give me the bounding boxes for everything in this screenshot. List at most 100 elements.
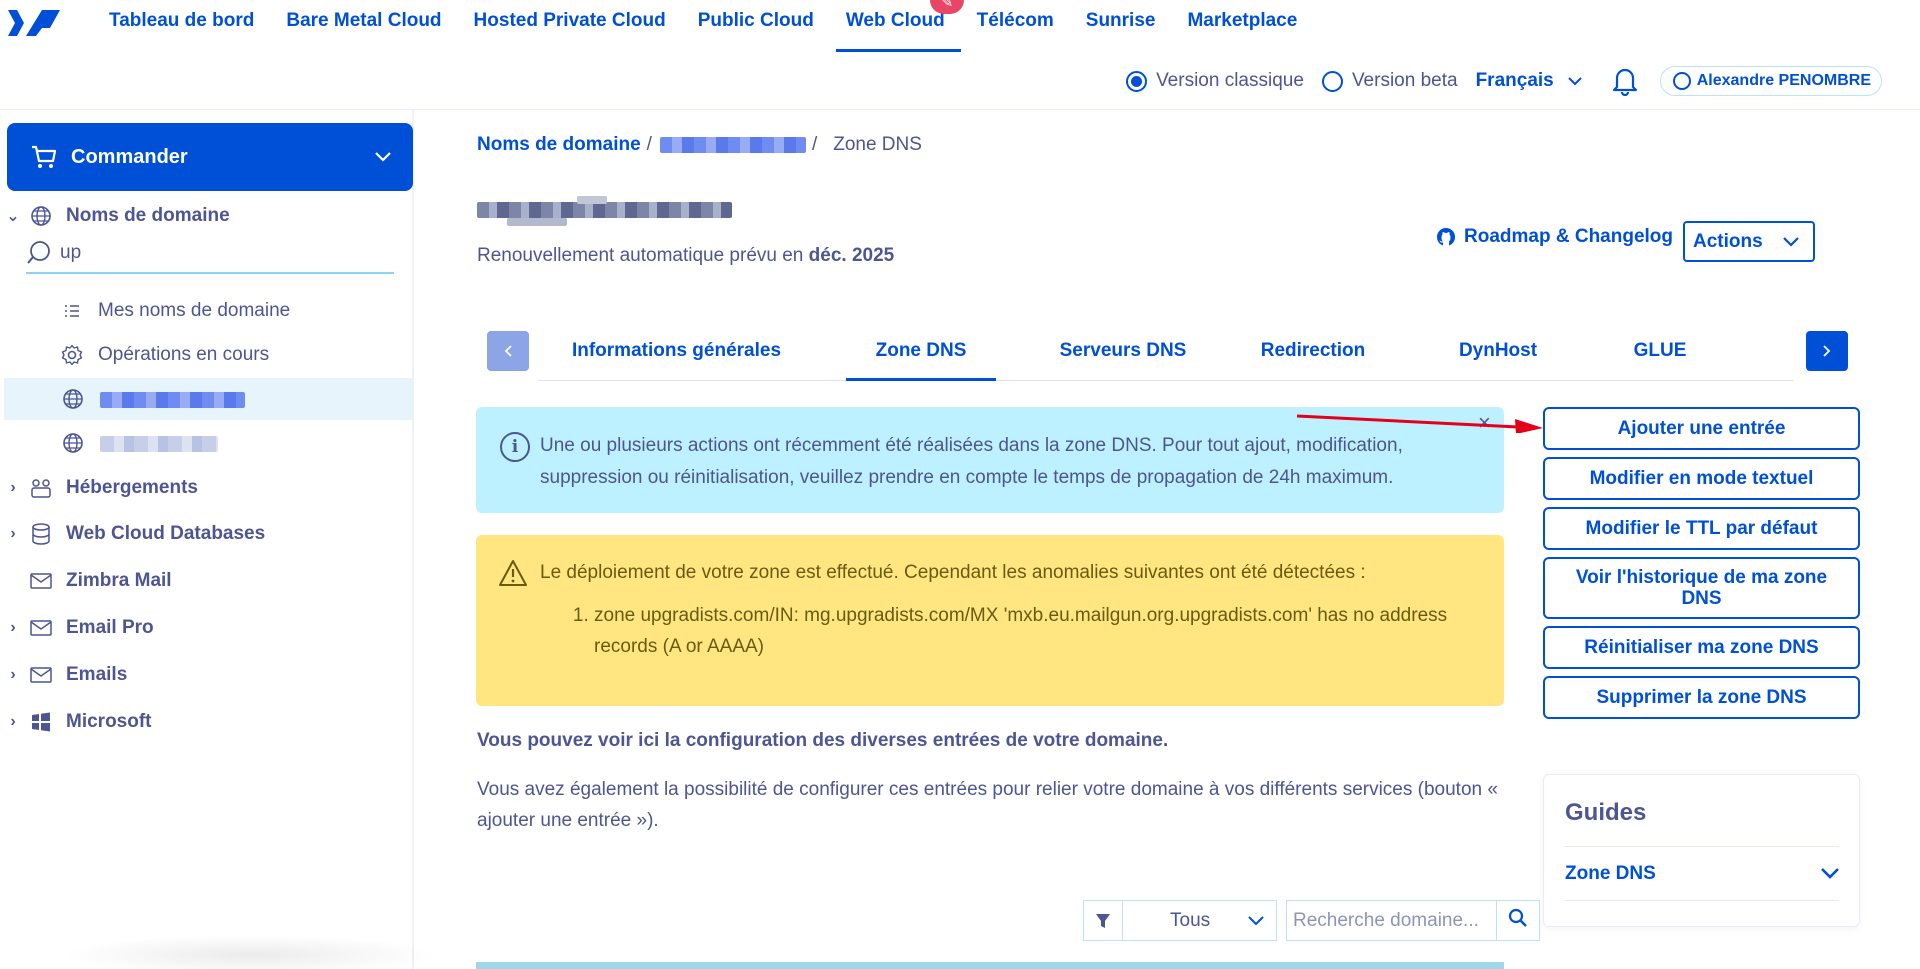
search-icon <box>1508 908 1528 933</box>
sidebar-item-domain-selected[interactable] <box>4 378 414 420</box>
breadcrumb-current: Zone DNS <box>833 134 922 155</box>
search-button[interactable] <box>1497 900 1540 941</box>
sidebar-item-emails[interactable]: › Emails <box>0 654 412 696</box>
order-button[interactable]: Commander <box>7 123 413 191</box>
chevron-right-icon: › <box>10 666 16 683</box>
notifications-bell-icon[interactable] <box>1612 66 1638 97</box>
windows-icon <box>28 710 54 734</box>
warning-list-item: zone upgradists.com/IN: mg.upgradists.co… <box>594 600 1464 662</box>
universe-sunrise[interactable]: Sunrise <box>1070 0 1172 52</box>
sidebar-item-domains[interactable]: ⌄ Noms de domaine <box>0 196 412 236</box>
version-classic-radio[interactable]: Version classique <box>1126 70 1304 92</box>
edit-text-mode-button[interactable]: Modifier en mode textuel <box>1543 457 1860 500</box>
chevron-down-icon <box>1821 863 1839 885</box>
tabs-next-button[interactable] <box>1806 331 1848 371</box>
guide-dns-zone[interactable]: Zone DNS <box>1565 847 1839 901</box>
sidebar-item-zimbra[interactable]: Zimbra Mail <box>0 560 412 602</box>
tab-dynhost[interactable]: DynHost <box>1438 327 1558 381</box>
redacted-domain-name <box>100 436 218 452</box>
version-beta-radio[interactable]: Version beta <box>1321 70 1458 92</box>
guides-title: Guides <box>1565 799 1647 826</box>
sidebar-search-input[interactable] <box>60 242 360 264</box>
domain-tabs: Informations générales Zone DNS Serveurs… <box>538 327 1793 381</box>
intro-heading: Vous pouvez voir ici la configuration de… <box>477 730 1169 751</box>
guides-panel: Guides Zone DNS <box>1543 774 1860 927</box>
filter-icon[interactable] <box>1083 900 1123 941</box>
ovh-logo[interactable] <box>6 6 62 40</box>
chevron-down-icon: ⌄ <box>6 208 20 225</box>
actions-dropdown[interactable]: Actions <box>1683 221 1815 262</box>
dns-actions-panel: Ajouter une entrée Modifier en mode text… <box>1543 407 1860 726</box>
hosting-icon <box>28 476 54 500</box>
sidebar-item-operations[interactable]: Opérations en cours <box>60 335 269 375</box>
radio-unchecked-icon <box>1321 70 1343 92</box>
warning-list: zone upgradists.com/IN: mg.upgradists.co… <box>594 600 1464 662</box>
universe-public-cloud[interactable]: Public Cloud <box>682 0 830 52</box>
actions-label: Actions <box>1693 230 1763 252</box>
chevron-right-icon: › <box>10 479 16 496</box>
breadcrumb-domains-link[interactable]: Noms de domaine <box>477 134 641 156</box>
sidebar-item-microsoft[interactable]: › Microsoft <box>0 701 412 743</box>
language-selector[interactable]: Français <box>1476 70 1582 92</box>
universe-dashboard[interactable]: Tableau de bord <box>93 0 270 52</box>
tab-general-info[interactable]: Informations générales <box>538 327 815 381</box>
list-icon <box>60 304 84 318</box>
roadmap-label: Roadmap & Changelog <box>1464 226 1674 247</box>
universe-telecom[interactable]: Télécom <box>961 0 1070 52</box>
renewal-info: Renouvellement automatique prévu en déc.… <box>477 245 894 267</box>
breadcrumb-domain-redacted[interactable] <box>659 137 806 153</box>
sidebar-item-label: Opérations en cours <box>98 344 270 365</box>
intro-paragraph: Vous avez également la possibilité de co… <box>477 779 1498 831</box>
user-account-button[interactable]: Alexandre PENOMBRE <box>1659 66 1882 96</box>
record-type-select[interactable]: Tous <box>1123 900 1277 941</box>
warning-message: Le déploiement de votre zone est effectu… <box>476 535 1504 706</box>
sidebar-item-label: Hébergements <box>66 477 198 498</box>
info-message-text: Une ou plusieurs actions ont récemment é… <box>540 435 1403 488</box>
sidebar: Commander ⌄ Noms de domaine Mes noms de … <box>0 110 414 969</box>
tab-dns-zone[interactable]: Zone DNS <box>846 327 996 381</box>
tab-dns-servers[interactable]: Serveurs DNS <box>1048 327 1198 381</box>
delete-zone-button[interactable]: Supprimer la zone DNS <box>1543 676 1860 719</box>
chevron-left-icon <box>504 341 512 362</box>
sidebar-item-my-domains[interactable]: Mes noms de domaine <box>60 291 290 331</box>
universe-marketplace[interactable]: Marketplace <box>1171 0 1313 52</box>
dns-table-header <box>476 962 1504 969</box>
sidebar-item-label: Emails <box>66 664 128 685</box>
dns-search <box>1286 900 1540 941</box>
search-bubble-icon <box>26 240 52 266</box>
chevron-down-icon <box>1248 910 1264 932</box>
sidebar-item-email-pro[interactable]: › Email Pro <box>0 607 412 649</box>
annotation-arrow-icon <box>1293 413 1543 434</box>
universe-hosted-private-cloud[interactable]: Hosted Private Cloud <box>458 0 682 52</box>
tab-glue[interactable]: GLUE <box>1610 327 1710 381</box>
dns-search-input[interactable] <box>1286 900 1497 941</box>
edit-default-ttl-button[interactable]: Modifier le TTL par défaut <box>1543 507 1860 550</box>
warning-icon <box>498 559 528 587</box>
sidebar-item-databases[interactable]: › Web Cloud Databases <box>0 513 412 555</box>
top-navigation: Tableau de bord Bare Metal Cloud Hosted … <box>0 0 1920 110</box>
record-type-value: Tous <box>1170 909 1211 931</box>
github-icon <box>1436 227 1456 247</box>
chevron-right-icon: › <box>10 713 16 730</box>
globe-icon <box>62 388 84 415</box>
sidebar-item-label: Microsoft <box>66 711 152 732</box>
chevron-right-icon: › <box>10 619 16 636</box>
reset-zone-button[interactable]: Réinitialiser ma zone DNS <box>1543 626 1860 669</box>
sidebar-search[interactable] <box>26 234 394 274</box>
zone-history-button[interactable]: Voir l'historique de ma zone DNS <box>1543 557 1860 619</box>
cart-icon <box>31 145 57 169</box>
add-entry-button[interactable]: Ajouter une entrée <box>1543 407 1860 450</box>
universe-menu: Tableau de bord Bare Metal Cloud Hosted … <box>93 0 1313 52</box>
sidebar-item-domain-other[interactable] <box>4 422 414 464</box>
renewal-date: déc. 2025 <box>808 245 895 266</box>
user-name: Alexandre PENOMBRE <box>1696 72 1871 89</box>
universe-bare-metal-cloud[interactable]: Bare Metal Cloud <box>270 0 457 52</box>
version-classic-label: Version classique <box>1156 70 1304 91</box>
tabs-prev-button[interactable] <box>487 331 529 371</box>
tab-redirection[interactable]: Redirection <box>1243 327 1383 381</box>
warning-title: Le déploiement de votre zone est effectu… <box>540 562 1366 583</box>
sidebar-item-label: Email Pro <box>66 617 154 638</box>
chevron-down-icon <box>375 152 391 162</box>
roadmap-changelog-link[interactable]: Roadmap & Changelog <box>1436 226 1673 248</box>
sidebar-item-hosting[interactable]: › Hébergements <box>0 467 412 509</box>
